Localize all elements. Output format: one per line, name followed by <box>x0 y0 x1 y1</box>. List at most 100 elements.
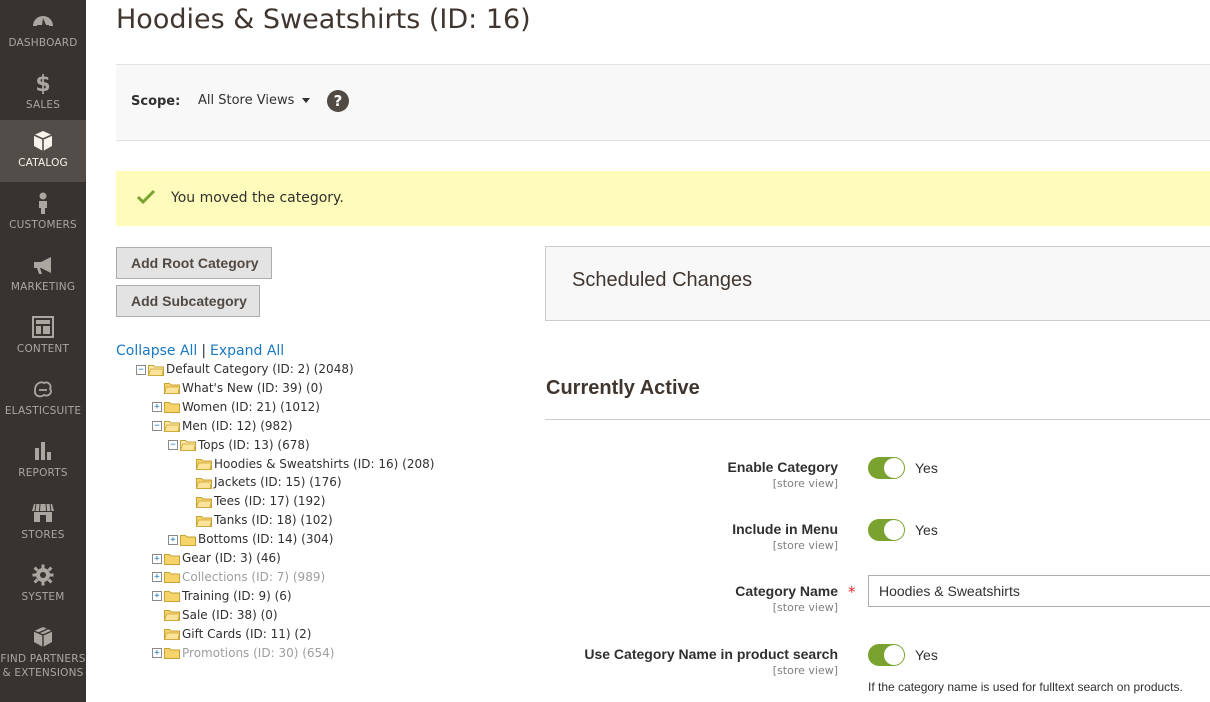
tree-node[interactable]: − Default Category (ID: 2) (2048) <box>136 360 354 378</box>
use-in-search-value: Yes <box>915 647 938 663</box>
collapse-all-link[interactable]: Collapse All <box>116 343 197 359</box>
folder-icon <box>196 459 212 470</box>
tree-node-label[interactable]: Tops (ID: 13) (678) <box>198 438 310 452</box>
expand-node-icon[interactable]: + <box>152 572 162 583</box>
sidebar-item-dashboard[interactable]: DASHBOARD <box>0 0 86 62</box>
dollar-icon: $ <box>35 72 50 94</box>
tree-node[interactable]: Jackets (ID: 15) (176) <box>184 473 342 491</box>
scheduled-changes-title: Scheduled Changes <box>572 269 753 291</box>
sidebar-item-label: ELASTICSUITE <box>4 405 82 417</box>
tree-node[interactable]: + Promotions (ID: 30) (654) <box>152 644 334 662</box>
use-in-search-note: If the category name is used for fulltex… <box>868 680 1183 694</box>
tree-node[interactable]: + Collections (ID: 7) (989) <box>152 568 325 586</box>
tree-node[interactable]: + Bottoms (ID: 14) (304) <box>168 530 333 548</box>
use-in-search-label: Use Category Name in product search <box>584 646 838 662</box>
tree-actions-separator: | <box>201 343 207 359</box>
sidebar-item-label: CATALOG <box>18 157 68 169</box>
tree-node-label[interactable]: Jackets (ID: 15) (176) <box>214 475 342 489</box>
tree-node[interactable]: − Men (ID: 12) (982) <box>152 417 293 435</box>
include-in-menu-label: Include in Menu <box>732 521 838 537</box>
folder-icon <box>164 572 180 584</box>
expand-all-link[interactable]: Expand All <box>210 343 284 359</box>
tree-node-label[interactable]: Training (ID: 9) (6) <box>182 589 292 603</box>
folder-icon <box>196 515 212 527</box>
sidebar-item-label: MARKETING <box>10 281 76 293</box>
sidebar-item-extensions[interactable]: FIND PARTNERS & EXTENSIONS <box>0 616 86 688</box>
category-name-input[interactable] <box>868 575 1210 607</box>
use-in-search-toggle[interactable] <box>868 644 905 666</box>
collapse-node-icon[interactable]: − <box>136 364 146 375</box>
expand-node-icon[interactable]: + <box>152 402 162 413</box>
add-subcategory-button[interactable]: Add Subcategory <box>116 285 260 317</box>
add-root-category-button[interactable]: Add Root Category <box>116 247 272 279</box>
sidebar-item-label: SALES <box>25 99 61 111</box>
checkmark-icon <box>136 189 156 205</box>
tree-node-label[interactable]: Collections (ID: 7) (989) <box>182 570 325 584</box>
toggle-knob <box>884 458 904 478</box>
enable-category-value: Yes <box>915 460 938 476</box>
expand-node-icon[interactable]: + <box>152 591 162 602</box>
svg-text:$: $ <box>35 72 50 94</box>
sidebar-item-elasticsuite[interactable]: ELASTICSUITE <box>0 368 86 430</box>
sidebar-item-reports[interactable]: REPORTS <box>0 430 86 492</box>
storefront-icon <box>32 503 54 522</box>
tree-actions: Collapse All | Expand All <box>116 343 284 359</box>
tree-node-label[interactable]: Women (ID: 21) (1012) <box>182 400 320 414</box>
tree-node-label[interactable]: Promotions (ID: 30) (654) <box>182 646 334 660</box>
enable-category-scope: [store view] <box>772 477 838 490</box>
enable-category-toggle[interactable] <box>868 457 905 479</box>
tree-node-label[interactable]: Default Category (ID: 2) (2048) <box>166 362 354 376</box>
tree-node-label[interactable]: Tees (ID: 17) (192) <box>214 494 325 508</box>
folder-icon <box>164 629 180 641</box>
tree-node[interactable]: Hoodies & Sweatshirts (ID: 16) (208) <box>184 455 434 473</box>
collapse-node-icon[interactable]: − <box>168 440 178 451</box>
tree-node[interactable]: Tanks (ID: 18) (102) <box>184 511 333 529</box>
tree-node[interactable]: − Tops (ID: 13) (678) <box>168 436 310 454</box>
scope-switcher[interactable]: All Store Views <box>198 93 311 108</box>
folder-icon <box>196 477 212 489</box>
sidebar-item-stores[interactable]: STORES <box>0 492 86 554</box>
tree-node[interactable]: Tees (ID: 17) (192) <box>184 492 325 510</box>
include-in-menu-toggle[interactable] <box>868 519 905 541</box>
tree-node-label[interactable]: Sale (ID: 38) (0) <box>182 608 278 622</box>
tree-node-label[interactable]: Tanks (ID: 18) (102) <box>214 513 333 527</box>
scope-label: Scope: <box>131 94 181 109</box>
sidebar-item-system[interactable]: SYSTEM <box>0 554 86 616</box>
expand-node-icon[interactable]: + <box>152 553 162 564</box>
tree-node[interactable]: What's New (ID: 39) (0) <box>152 379 323 397</box>
tree-node-label[interactable]: Men (ID: 12) (982) <box>182 419 293 433</box>
help-icon[interactable]: ? <box>327 90 349 112</box>
tree-node[interactable]: + Women (ID: 21) (1012) <box>152 398 320 416</box>
tree-node[interactable]: + Gear (ID: 3) (46) <box>152 549 281 567</box>
tree-node[interactable]: Gift Cards (ID: 11) (2) <box>152 625 311 643</box>
scheduled-changes-panel[interactable]: Scheduled Changes <box>545 246 1210 321</box>
folder-icon <box>196 496 212 508</box>
collapse-node-icon[interactable]: − <box>152 421 162 432</box>
sidebar-item-marketing[interactable]: MARKETING <box>0 244 86 306</box>
page-title: Hoodies & Sweatshirts (ID: 16) <box>116 4 531 35</box>
megaphone-icon <box>34 257 51 274</box>
tree-node[interactable]: Sale (ID: 38) (0) <box>152 606 278 624</box>
tree-node-label[interactable]: Bottoms (ID: 14) (304) <box>198 532 333 546</box>
sidebar-item-label: CONTENT <box>16 343 70 355</box>
tree-node-label[interactable]: Gift Cards (ID: 11) (2) <box>182 627 311 641</box>
expand-node-icon[interactable]: + <box>168 534 178 545</box>
tree-node-label[interactable]: Hoodies & Sweatshirts (ID: 16) (208) <box>214 457 434 471</box>
sidebar-item-sales[interactable]: $ SALES <box>0 62 86 124</box>
tree-node-label[interactable]: What's New (ID: 39) (0) <box>182 381 323 395</box>
gear-icon <box>32 564 54 586</box>
extensions-icon <box>33 627 53 647</box>
sidebar-item-catalog[interactable]: CATALOG <box>0 120 86 182</box>
folder-icon <box>180 440 196 452</box>
toggle-knob <box>884 645 904 665</box>
sidebar-item-customers[interactable]: CUSTOMERS <box>0 182 86 244</box>
toggle-knob <box>884 520 904 540</box>
sidebar-item-content[interactable]: CONTENT <box>0 306 86 368</box>
tree-node-label[interactable]: Gear (ID: 3) (46) <box>182 551 281 565</box>
expand-node-icon[interactable]: + <box>152 648 162 658</box>
tree-node[interactable]: + Training (ID: 9) (6) <box>152 587 292 605</box>
